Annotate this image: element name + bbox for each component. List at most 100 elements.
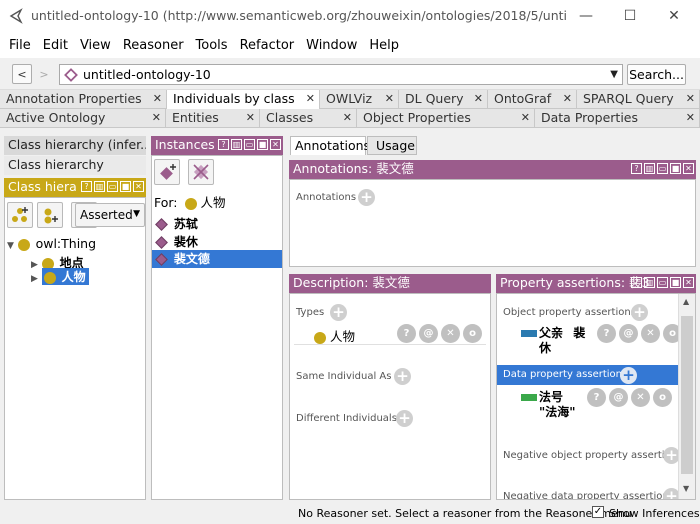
close-view-icon[interactable]: ✕ xyxy=(133,181,144,192)
tab-data-properties[interactable]: Data Properties ✕ xyxy=(535,109,700,128)
tab-class-hierarchy[interactable]: Class hierarchy xyxy=(4,156,146,175)
explain-button[interactable]: ? xyxy=(597,324,616,343)
data-property-assertions-row[interactable]: Data property assertions + xyxy=(497,365,678,385)
reasoner-status-text: No Reasoner set. Select a reasoner from … xyxy=(298,507,632,520)
close-tab-icon[interactable]: ✕ xyxy=(521,109,530,127)
split-icon[interactable]: ▥ xyxy=(231,139,242,150)
close-tab-icon[interactable]: ✕ xyxy=(152,109,161,127)
remove-button[interactable]: ✕ xyxy=(631,388,650,407)
help-icon[interactable]: ? xyxy=(631,277,642,288)
scroll-down-icon[interactable]: ▼ xyxy=(683,484,689,493)
edit-button[interactable]: o xyxy=(463,324,482,343)
close-tab-icon[interactable]: ✕ xyxy=(686,90,695,108)
add-annotation-button[interactable]: + xyxy=(358,189,375,206)
collapse-toggle-icon[interactable]: ▼ xyxy=(7,241,14,251)
remove-button[interactable]: ✕ xyxy=(441,324,460,343)
menu-file[interactable]: File xyxy=(3,38,37,53)
add-object-property-assertion-button[interactable]: + xyxy=(631,304,648,321)
split-icon[interactable]: ▥ xyxy=(94,181,105,192)
tab-classes[interactable]: Classes ✕ xyxy=(260,109,357,128)
tree-node-owl-thing[interactable]: ▼ owl:Thing xyxy=(7,236,96,251)
close-tab-icon[interactable]: ✕ xyxy=(153,90,162,108)
tab-dl-query[interactable]: DL Query ✕ xyxy=(399,90,488,109)
menu-reasoner[interactable]: Reasoner xyxy=(117,38,190,53)
scrollbar-thumb[interactable] xyxy=(681,316,693,474)
explain-button[interactable]: ? xyxy=(587,388,606,407)
hierarchy-mode-selector[interactable]: Asserted ▼ xyxy=(75,203,145,227)
minimize-button[interactable]: — xyxy=(564,0,608,32)
maximize-icon[interactable]: ■ xyxy=(120,181,131,192)
annotate-button[interactable]: @ xyxy=(609,388,628,407)
split-icon[interactable]: ▥ xyxy=(644,277,655,288)
tab-annotations[interactable]: Annotations xyxy=(290,136,370,155)
add-different-individual-button[interactable]: + xyxy=(396,410,413,427)
show-inferences-checkbox[interactable]: ✓ xyxy=(592,506,604,518)
add-data-property-assertion-button[interactable]: + xyxy=(620,367,637,384)
back-button[interactable]: < xyxy=(12,64,32,84)
close-tab-icon[interactable]: ✕ xyxy=(474,90,483,108)
close-tab-icon[interactable]: ✕ xyxy=(343,109,352,127)
close-tab-icon[interactable]: ✕ xyxy=(385,90,394,108)
add-type-button[interactable]: + xyxy=(330,304,347,321)
maximize-icon[interactable]: ■ xyxy=(670,277,681,288)
close-tab-icon[interactable]: ✕ xyxy=(246,109,255,127)
annotate-button[interactable]: @ xyxy=(419,324,438,343)
split-icon[interactable]: ▥ xyxy=(644,163,655,174)
close-tab-icon[interactable]: ✕ xyxy=(686,109,695,127)
list-item-selected[interactable]: 裴文德 xyxy=(152,250,282,268)
float-icon[interactable]: ▭ xyxy=(107,181,118,192)
menu-tools[interactable]: Tools xyxy=(190,38,234,53)
tab-class-hierarchy-inferred[interactable]: Class hierarchy (infer... xyxy=(4,136,146,155)
delete-individual-button[interactable] xyxy=(188,159,214,185)
search-button[interactable]: Search... xyxy=(627,64,686,85)
float-icon[interactable]: ▭ xyxy=(657,163,668,174)
tab-entities[interactable]: Entities ✕ xyxy=(166,109,260,128)
close-view-icon[interactable]: ✕ xyxy=(270,139,281,150)
annotate-button[interactable]: @ xyxy=(619,324,638,343)
individual-label: 裴文德 xyxy=(173,252,210,266)
menu-edit[interactable]: Edit xyxy=(37,38,74,53)
tab-usage[interactable]: Usage xyxy=(367,136,417,155)
explain-button[interactable]: ? xyxy=(397,324,416,343)
tab-individuals-by-class[interactable]: Individuals by class ✕ xyxy=(167,90,320,109)
remove-button[interactable]: ✕ xyxy=(641,324,660,343)
maximize-icon[interactable]: ■ xyxy=(257,139,268,150)
list-item[interactable]: 苏轼 xyxy=(154,215,280,232)
help-icon[interactable]: ? xyxy=(81,181,92,192)
tab-active-ontology[interactable]: Active Ontology ✕ xyxy=(0,109,166,128)
tab-label: SPARQL Query xyxy=(583,91,674,106)
add-same-individual-button[interactable]: + xyxy=(394,368,411,385)
tab-object-properties[interactable]: Object Properties ✕ xyxy=(357,109,535,128)
menu-help[interactable]: Help xyxy=(363,38,405,53)
vertical-scrollbar[interactable]: ▲ ▼ xyxy=(678,294,695,499)
close-view-icon[interactable]: ✕ xyxy=(683,163,694,174)
add-sibling-class-button[interactable] xyxy=(37,202,63,228)
close-tab-icon[interactable]: ✕ xyxy=(563,90,572,108)
tab-ontograf[interactable]: OntoGraf ✕ xyxy=(488,90,577,109)
maximize-button[interactable]: ☐ xyxy=(608,0,652,32)
expand-toggle-icon[interactable]: ▶ xyxy=(31,274,38,284)
menu-window[interactable]: Window xyxy=(300,38,363,53)
list-item[interactable]: 裴休 xyxy=(154,233,280,250)
float-icon[interactable]: ▭ xyxy=(244,139,255,150)
close-tab-icon[interactable]: ✕ xyxy=(306,90,315,108)
add-individual-button[interactable] xyxy=(154,159,180,185)
close-window-button[interactable]: ✕ xyxy=(652,0,696,32)
tab-owlviz[interactable]: OWLViz ✕ xyxy=(320,90,399,109)
tab-sparql-query[interactable]: SPARQL Query ✕ xyxy=(577,90,700,109)
forward-button[interactable]: > xyxy=(34,64,54,84)
add-subclass-button[interactable] xyxy=(7,202,33,228)
tree-node-class-selected[interactable]: ▶ 人物 xyxy=(31,268,89,285)
tab-annotation-properties[interactable]: Annotation Properties ✕ xyxy=(0,90,167,109)
close-view-icon[interactable]: ✕ xyxy=(683,277,694,288)
active-ontology-selector[interactable]: untitled-ontology-10 ▼ xyxy=(59,64,623,85)
chevron-down-icon: ▼ xyxy=(610,69,618,80)
maximize-icon[interactable]: ■ xyxy=(670,163,681,174)
menu-view[interactable]: View xyxy=(74,38,117,53)
help-icon[interactable]: ? xyxy=(631,163,642,174)
scroll-up-icon[interactable]: ▲ xyxy=(683,297,689,306)
float-icon[interactable]: ▭ xyxy=(657,277,668,288)
edit-button[interactable]: o xyxy=(653,388,672,407)
help-icon[interactable]: ? xyxy=(218,139,229,150)
menu-refactor[interactable]: Refactor xyxy=(234,38,301,53)
